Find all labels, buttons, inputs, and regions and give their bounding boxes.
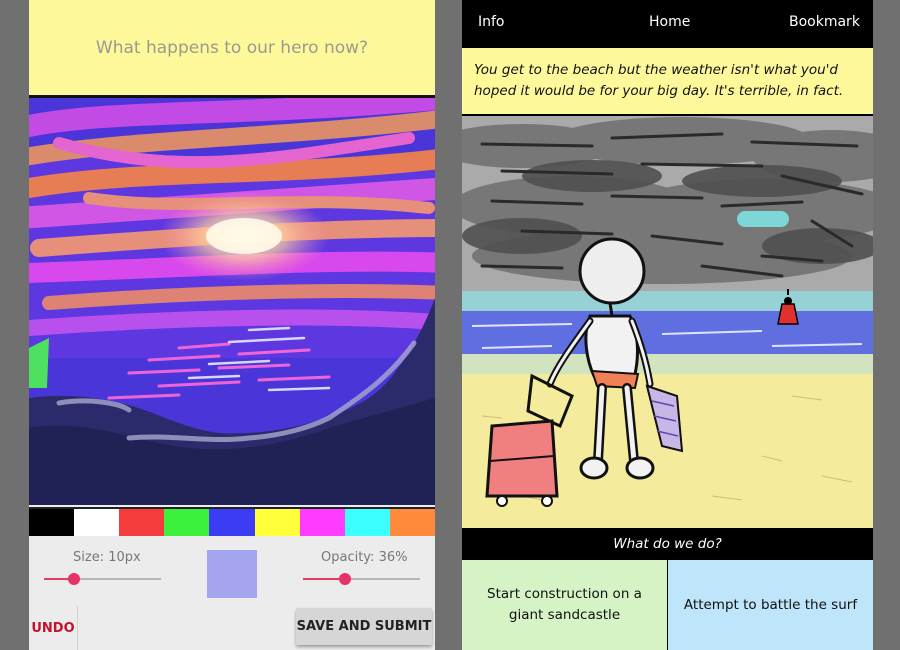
choice-sandcastle[interactable]: Start construction on a giant sandcastle (462, 560, 667, 650)
opacity-slider[interactable] (303, 573, 420, 585)
nav-bookmark[interactable]: Bookmark (789, 14, 860, 30)
color-swatch[interactable] (164, 509, 210, 536)
save-and-submit-button[interactable]: SAVE AND SUBMIT (296, 608, 432, 645)
top-nav: Info Home Bookmark (462, 0, 873, 46)
opacity-slider-knob[interactable] (339, 573, 351, 585)
color-swatch[interactable] (344, 509, 390, 536)
color-swatch[interactable] (209, 509, 255, 536)
brush-controls: Size: 10px Opacity: 36% UNDO SAVE AND SU… (29, 536, 435, 650)
color-swatch[interactable] (389, 509, 435, 536)
size-slider-knob[interactable] (68, 573, 80, 585)
undo-button[interactable]: UNDO (29, 606, 78, 650)
size-slider[interactable] (44, 573, 161, 585)
color-swatch[interactable] (119, 509, 165, 536)
color-swatch[interactable] (29, 509, 75, 536)
drawing-prompt: What happens to our hero now? (29, 0, 435, 98)
nav-info[interactable]: Info (478, 14, 505, 30)
brush-preview (207, 550, 257, 598)
color-swatch[interactable] (74, 509, 120, 536)
drawing-screen: What happens to our hero now? Size: 10px… (29, 0, 435, 650)
color-swatch[interactable] (299, 509, 345, 536)
opacity-label: Opacity: 36% (321, 550, 408, 565)
color-swatch[interactable] (254, 509, 300, 536)
choice-battle-surf[interactable]: Attempt to battle the surf (668, 560, 873, 650)
story-screen: Info Home Bookmark You get to the beach … (462, 0, 873, 650)
size-label: Size: 10px (73, 550, 141, 565)
color-palette (29, 507, 435, 536)
choice-question: What do we do? (462, 530, 873, 558)
story-text: You get to the beach but the weather isn… (462, 48, 873, 114)
nav-home[interactable]: Home (649, 14, 690, 30)
story-illustration (462, 116, 873, 528)
drawing-canvas[interactable] (29, 98, 435, 505)
